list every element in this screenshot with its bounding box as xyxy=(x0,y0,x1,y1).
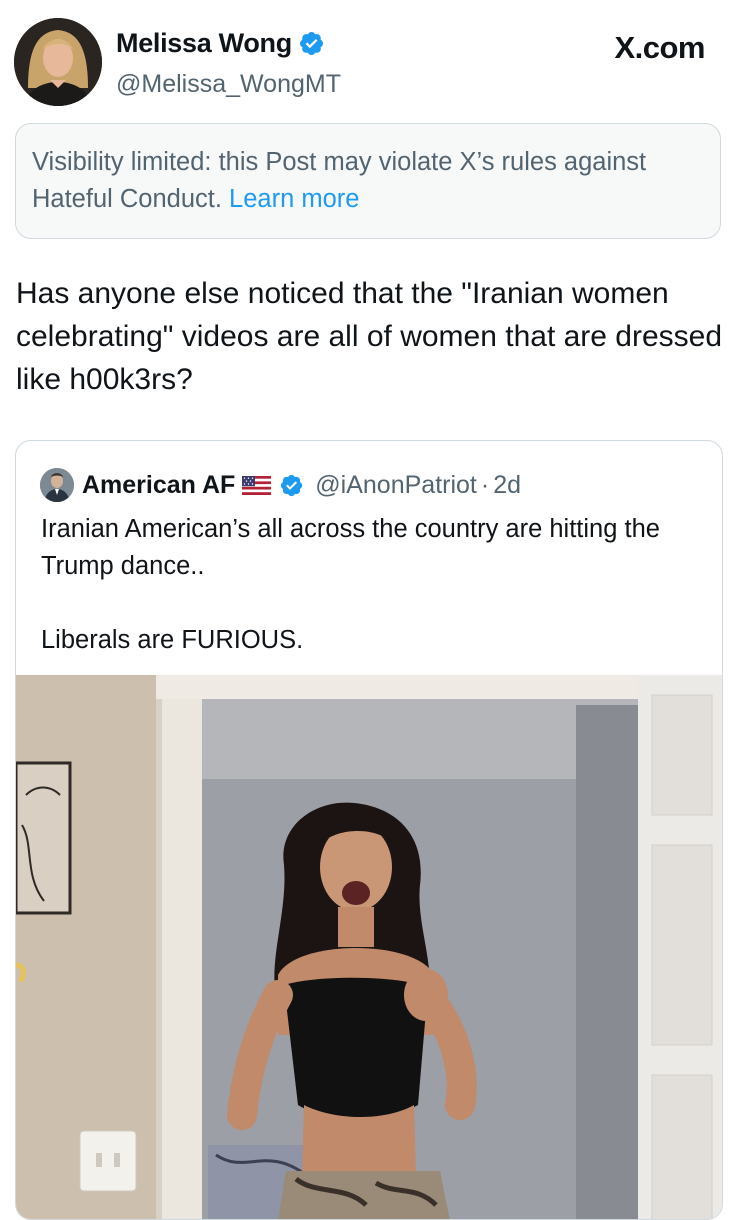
author-name[interactable]: Melissa Wong xyxy=(116,28,292,59)
quoted-post-header: American AF @iAnonPatriot · 2d xyxy=(40,468,521,502)
verified-badge-icon xyxy=(299,31,323,56)
site-brand: X.com xyxy=(614,30,705,65)
post-text: Has anyone else noticed that the "Irania… xyxy=(16,277,723,396)
quoted-author-handle[interactable]: @iAnonPatriot xyxy=(315,471,477,500)
quoted-author-name[interactable]: American AF xyxy=(82,471,235,500)
quoted-post-media[interactable] xyxy=(16,675,722,1219)
meta-separator: · xyxy=(480,470,490,499)
author-name-row[interactable]: Melissa Wong xyxy=(116,28,325,59)
quoted-author-avatar[interactable] xyxy=(40,468,74,502)
quoted-post-text: Iranian American’s all across the countr… xyxy=(41,515,660,654)
author-avatar[interactable] xyxy=(14,18,102,106)
author-handle[interactable]: @Melissa_WongMT xyxy=(116,70,341,99)
quoted-post-time[interactable]: 2d xyxy=(493,471,521,500)
video-still-image xyxy=(16,675,722,1219)
visibility-limited-notice: Visibility limited: this Post may violat… xyxy=(15,123,721,239)
learn-more-link[interactable]: Learn more xyxy=(229,185,359,213)
quoted-post[interactable]: American AF @iAnonPatriot · 2d Iranian A… xyxy=(15,440,723,1220)
quoted-verified-badge-icon xyxy=(281,474,303,496)
post-header: Melissa Wong @Melissa_WongMT X.com xyxy=(0,0,738,110)
us-flag-icon xyxy=(242,475,272,495)
